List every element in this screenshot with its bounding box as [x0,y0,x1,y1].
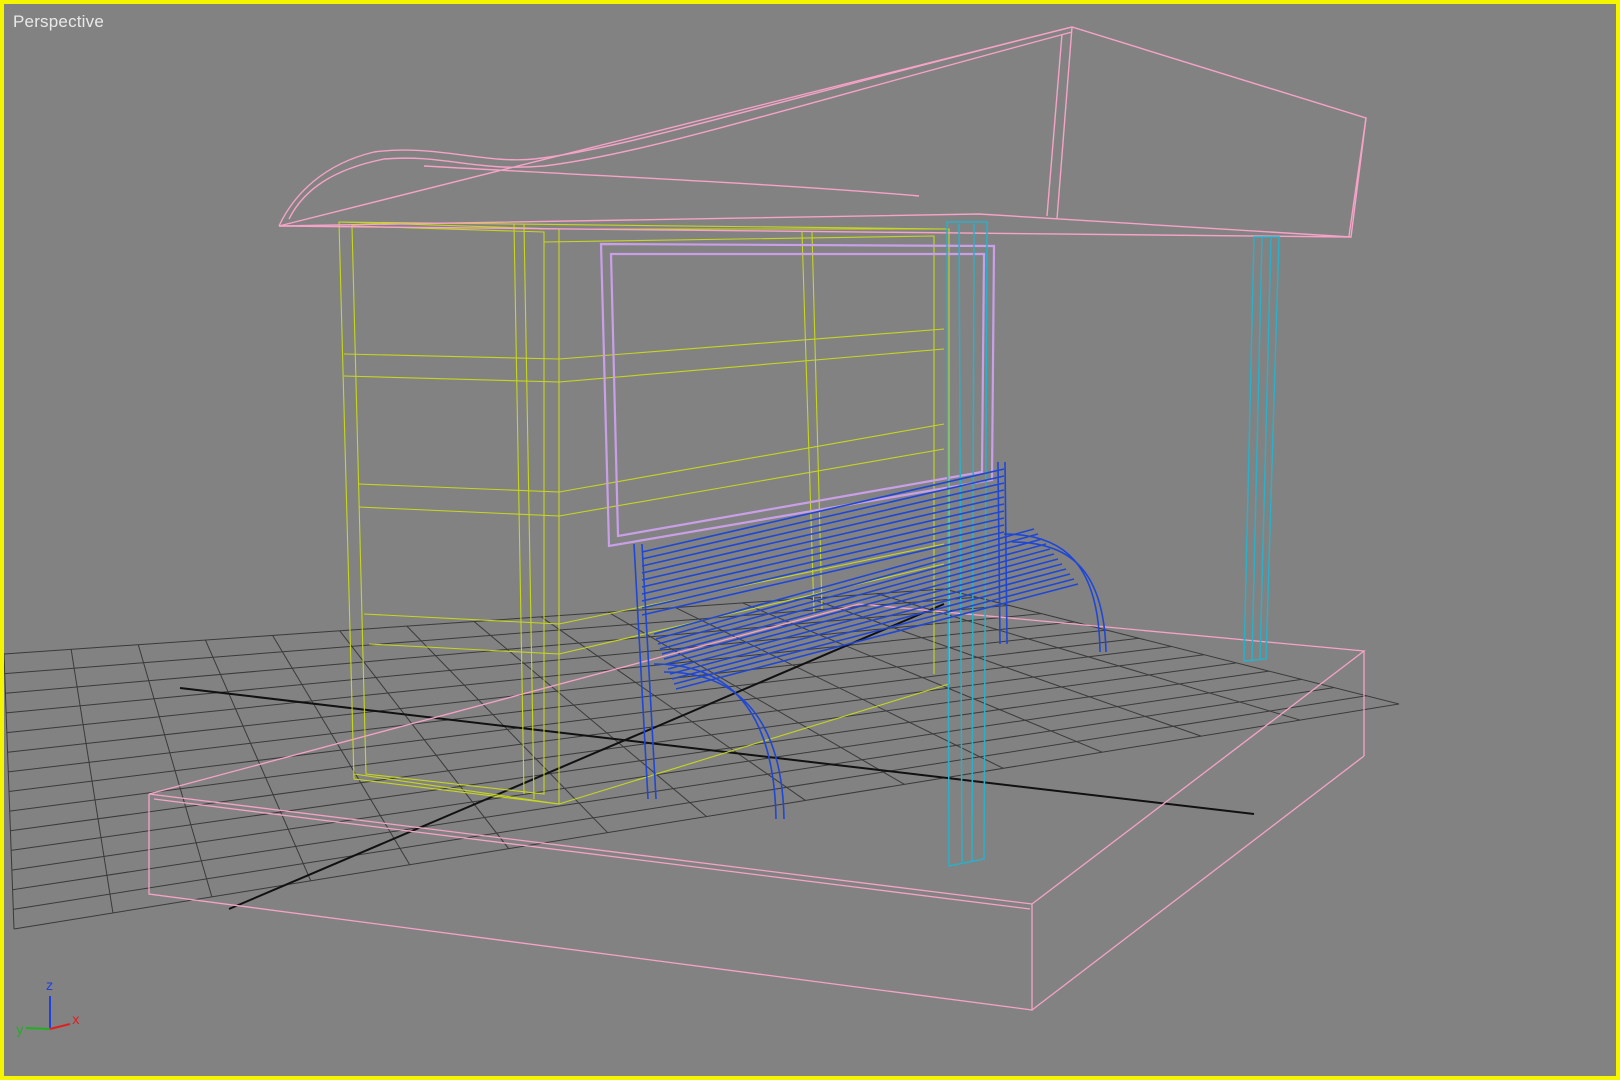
z-axis-label: z [46,979,53,994]
bench-seat-slat [671,573,1071,680]
grid-line [943,588,1400,705]
grid-line [540,616,806,801]
grid-line [10,662,1237,832]
grid-line [876,593,1301,721]
x-axis-label: x [72,1013,80,1028]
y-axis-label: y [16,1023,24,1038]
bench-back-slat [641,482,1005,567]
billboard-frame-wireframe [599,242,996,548]
grid-line [809,597,1202,737]
grid-line [13,703,1400,930]
axis-gizmo: z x y [16,979,80,1038]
bench-back-slat [641,475,1005,560]
grid-line [11,670,1270,851]
x-axis-line [49,1023,71,1030]
bench-back-slat [641,503,1005,588]
viewport-label[interactable]: Perspective [13,12,104,32]
bench-back-slat [641,468,1005,553]
bench-back-slat [641,524,1005,609]
roof-wireframe [278,26,1367,238]
grid-line [11,678,1302,871]
wireframe-scene[interactable] [4,4,1616,1076]
y-axis-line [25,1027,51,1030]
perspective-viewport[interactable]: Perspective z x y [0,0,1620,1080]
home-grid [4,588,1400,930]
bench-seat-slat [673,578,1075,685]
